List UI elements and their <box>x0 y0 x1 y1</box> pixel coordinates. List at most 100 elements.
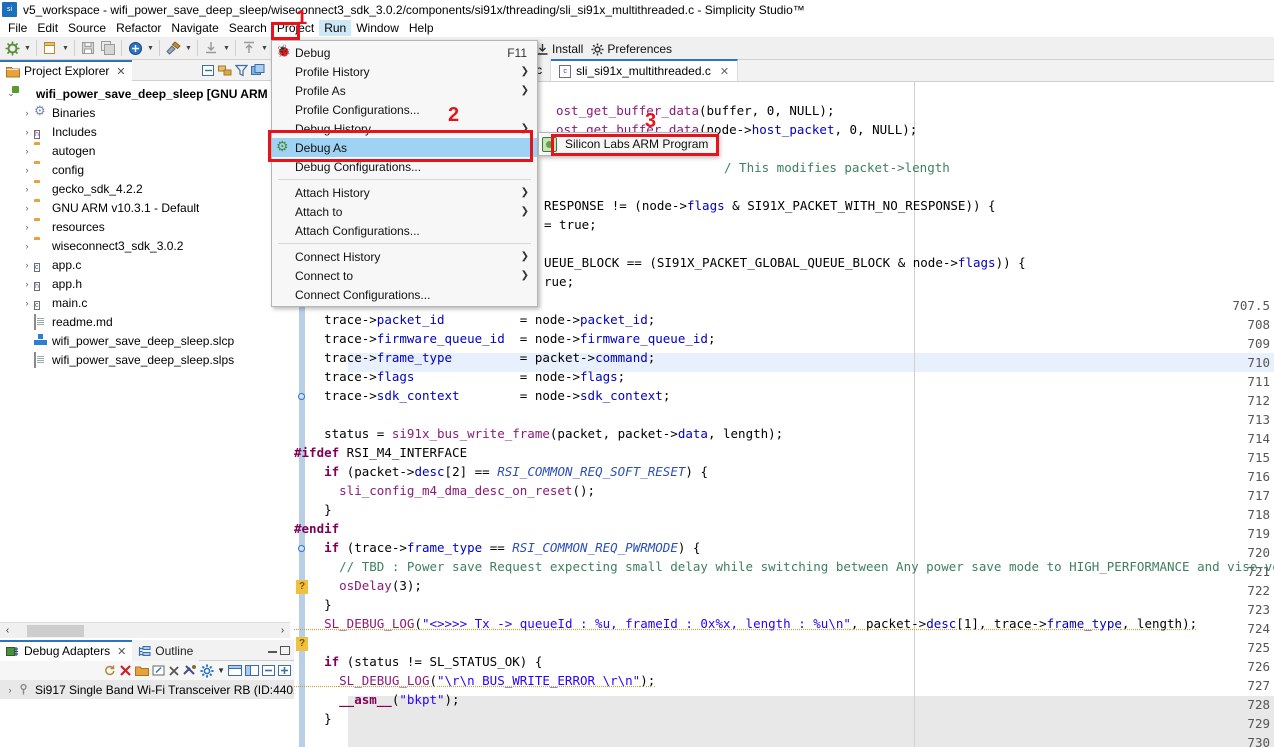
new-wizard-dropdown-icon[interactable]: ▼ <box>22 38 33 58</box>
collapse-icon[interactable] <box>262 664 275 677</box>
menu-item-debug-configurations[interactable]: Debug Configurations... <box>272 157 537 176</box>
twisty-icon[interactable]: › <box>20 298 34 308</box>
tree-row-gnu-arm[interactable]: › GNU ARM v10.3.1 - Default <box>0 198 294 217</box>
upload-icon[interactable] <box>239 38 259 58</box>
menu-help[interactable]: Help <box>404 20 439 36</box>
menu-run[interactable]: Run <box>319 20 351 36</box>
filter-icon[interactable] <box>235 64 248 77</box>
disconnect-icon[interactable] <box>119 664 132 677</box>
upload-dropdown-icon[interactable]: ▼ <box>259 38 270 58</box>
tree-row-autogen[interactable]: › autogen <box>0 141 294 160</box>
menu-item-debug-as[interactable]: Debug As <box>272 138 537 157</box>
open-folder-icon[interactable] <box>135 664 149 677</box>
tree-row-config[interactable]: › config <box>0 160 294 179</box>
debug-adapter-row[interactable]: › Si917 Single Band Wi-Fi Transceiver RB… <box>0 680 294 699</box>
twisty-icon[interactable]: › <box>20 146 34 156</box>
twisty-icon[interactable]: › <box>20 260 34 270</box>
scroll-thumb[interactable] <box>27 625 84 637</box>
build-hammer-icon[interactable] <box>163 38 183 58</box>
tab-project-explorer[interactable]: Project Explorer ✕ <box>0 60 132 81</box>
layout-1-icon[interactable] <box>228 664 242 677</box>
minimize-icon[interactable] <box>268 646 277 655</box>
gear-icon[interactable] <box>200 664 214 678</box>
run-dropdown-menu[interactable]: Debug F11 Profile History ❯ Profile As ❯… <box>271 40 538 307</box>
menu-item-connect-to[interactable]: Connect to ❯ <box>272 266 537 285</box>
project-explorer-hscrollbar[interactable]: ‹ › <box>0 622 290 638</box>
menu-item-attach-to[interactable]: Attach to ❯ <box>272 202 537 221</box>
refresh-icon[interactable] <box>103 664 116 677</box>
layout-2-icon[interactable] <box>245 664 259 677</box>
new-file-icon[interactable] <box>40 38 60 58</box>
menu-refactor[interactable]: Refactor <box>111 20 166 36</box>
save-icon[interactable] <box>78 38 98 58</box>
tree-row-gecko-sdk[interactable]: › gecko_sdk_4.2.2 <box>0 179 294 198</box>
menu-item-connect-configurations[interactable]: Connect Configurations... <box>272 285 537 304</box>
menu-item-profile-configurations[interactable]: Profile Configurations... <box>272 100 537 119</box>
menu-source[interactable]: Source <box>63 20 111 36</box>
menu-item-debug-history[interactable]: Debug History ❯ <box>272 119 537 138</box>
menu-file[interactable]: File <box>3 20 32 36</box>
menu-item-profile-history[interactable]: Profile History ❯ <box>272 62 537 81</box>
collapse-all-icon[interactable] <box>201 64 215 77</box>
menu-item-attach-configurations[interactable]: Attach Configurations... <box>272 221 537 240</box>
tab-debug-adapters[interactable]: Debug Adapters ✕ <box>0 640 132 661</box>
new-file-dropdown-icon[interactable]: ▼ <box>60 38 71 58</box>
download-dropdown-icon[interactable]: ▼ <box>221 38 232 58</box>
tree-row-binaries[interactable]: › Binaries <box>0 103 294 122</box>
delete-icon[interactable] <box>168 665 180 677</box>
twisty-icon[interactable]: › <box>20 184 34 194</box>
tree-row-main-c[interactable]: › c main.c <box>0 293 294 312</box>
preferences-label[interactable]: Preferences <box>607 42 672 56</box>
twisty-icon[interactable]: › <box>20 222 34 232</box>
scroll-left-icon[interactable]: ‹ <box>0 625 15 636</box>
menu-item-connect-history[interactable]: Connect History ❯ <box>272 247 537 266</box>
maximize-icon[interactable] <box>280 646 290 655</box>
twisty-icon[interactable]: › <box>20 241 34 251</box>
new-wizard-icon[interactable] <box>2 38 22 58</box>
submenu-item-silicon-labs-arm-program[interactable]: Silicon Labs ARM Program <box>565 137 708 151</box>
close-icon[interactable]: ✕ <box>116 65 125 78</box>
twisty-icon[interactable]: › <box>20 127 34 137</box>
twisty-icon[interactable]: › <box>20 108 34 118</box>
tree-row-app-c[interactable]: › c app.c <box>0 255 294 274</box>
tree-row-slcp[interactable]: wifi_power_save_deep_sleep.slcp <box>0 331 294 350</box>
menu-item-debug[interactable]: Debug F11 <box>272 43 537 62</box>
tree-row-includes[interactable]: › h Includes <box>0 122 294 141</box>
warning-marker-icon[interactable]: ? <box>296 637 308 651</box>
launch-dropdown-icon[interactable]: ▼ <box>145 38 156 58</box>
install-label[interactable]: Install <box>552 42 583 56</box>
download-icon[interactable] <box>201 38 221 58</box>
menu-window[interactable]: Window <box>351 20 404 36</box>
menu-arrow-icon[interactable]: ▼ <box>217 666 225 675</box>
twisty-icon[interactable]: › <box>20 203 34 213</box>
twisty-icon[interactable]: › <box>3 685 17 695</box>
tools-icon[interactable] <box>183 664 197 677</box>
twisty-icon[interactable]: › <box>20 279 34 289</box>
editor-tab-sli-si91x-multithreaded-c[interactable]: c sli_si91x_multithreaded.c ✕ <box>551 59 738 81</box>
tab-outline[interactable]: Outline <box>132 640 199 661</box>
scroll-track[interactable] <box>15 624 275 638</box>
menu-search[interactable]: Search <box>224 20 272 36</box>
menu-navigate[interactable]: Navigate <box>166 20 223 36</box>
menu-edit[interactable]: Edit <box>32 20 63 36</box>
menu-item-profile-as[interactable]: Profile As ❯ <box>272 81 537 100</box>
rename-icon[interactable] <box>152 664 165 677</box>
build-dropdown-icon[interactable]: ▼ <box>183 38 194 58</box>
close-icon[interactable]: ✕ <box>117 645 126 658</box>
tree-row-wiseconnect-sdk[interactable]: › wiseconnect3_sdk_3.0.2 <box>0 236 294 255</box>
tree-row-app-h[interactable]: › h app.h <box>0 274 294 293</box>
tree-row-project[interactable]: ⌄ wifi_power_save_deep_sleep [GNU ARM v1… <box>0 84 294 103</box>
link-with-editor-icon[interactable] <box>218 64 232 77</box>
launch-icon[interactable] <box>125 38 145 58</box>
save-all-icon[interactable] <box>98 38 118 58</box>
twisty-icon[interactable]: › <box>20 165 34 175</box>
tree-row-slps[interactable]: wifi_power_save_deep_sleep.slps <box>0 350 294 369</box>
menu-item-attach-history[interactable]: Attach History ❯ <box>272 183 537 202</box>
expand-icon[interactable] <box>278 664 291 677</box>
tree-row-readme[interactable]: readme.md <box>0 312 294 331</box>
view-menu-icon[interactable] <box>251 64 266 77</box>
tree-row-resources[interactable]: › resources <box>0 217 294 236</box>
close-icon[interactable]: ✕ <box>720 65 729 78</box>
scroll-right-icon[interactable]: › <box>275 625 290 636</box>
debug-as-submenu[interactable]: Silicon Labs ARM Program <box>538 132 718 156</box>
